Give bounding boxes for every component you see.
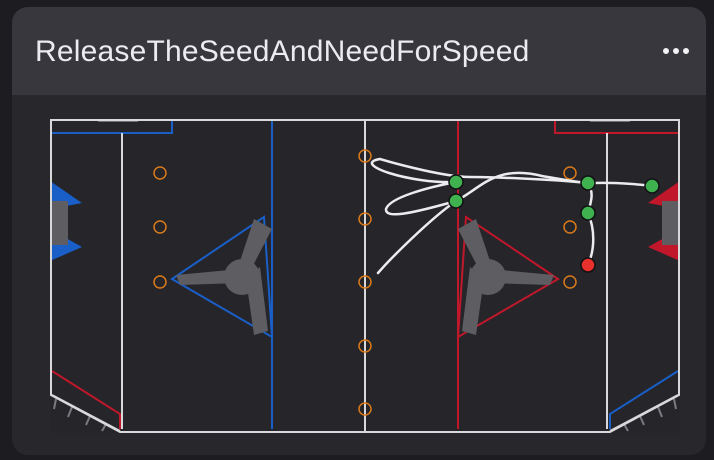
- more-horizontal-icon: [663, 48, 669, 54]
- auto-path-card: ReleaseTheSeedAndNeedForSpeed: [12, 7, 706, 455]
- waypoint[interactable]: [448, 174, 464, 190]
- card-header: ReleaseTheSeedAndNeedForSpeed: [12, 7, 706, 95]
- field-preview[interactable]: [50, 119, 680, 433]
- waypoint[interactable]: [448, 193, 464, 209]
- waypoint[interactable]: [644, 178, 660, 194]
- waypoint[interactable]: [580, 205, 596, 221]
- waypoint[interactable]: [580, 175, 596, 191]
- more-options-button[interactable]: [656, 33, 696, 69]
- auto-name: ReleaseTheSeedAndNeedForSpeed: [35, 35, 530, 68]
- more-horizontal-icon: [683, 48, 689, 54]
- end-point[interactable]: [580, 257, 596, 273]
- more-horizontal-icon: [673, 48, 679, 54]
